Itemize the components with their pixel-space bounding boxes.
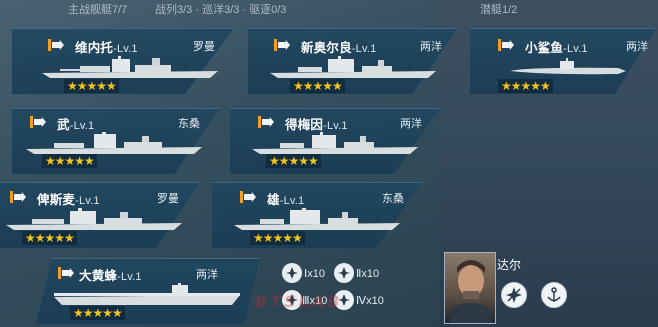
cruiser-silhouette <box>270 56 436 78</box>
battleship-icon <box>34 117 46 127</box>
battleship-silhouette <box>42 56 218 78</box>
commander-name: 达尔 <box>497 258 522 272</box>
star-rating: ★★★★★ <box>290 79 345 93</box>
star-rating: ★★★★★ <box>42 154 97 168</box>
submarine-count: 潜艇1/2 <box>480 4 518 16</box>
star-rating: ★★★★★ <box>266 154 321 168</box>
ship-faction-label: 两洋 <box>420 41 442 53</box>
ship-type-badge <box>258 116 274 128</box>
aircraft-skill-icon[interactable] <box>501 282 527 308</box>
ship-type-badge <box>30 116 46 128</box>
aircraft-count: Ⅱx10 <box>356 268 380 280</box>
ship-faction-label: 东桑 <box>178 118 200 130</box>
ship-type-badge <box>10 191 26 203</box>
star-rating: ★★★★★ <box>22 231 77 245</box>
star-rating: ★★★★★ <box>70 306 125 320</box>
carrier-icon <box>62 268 74 278</box>
star-rating: ★★★★★ <box>498 79 553 93</box>
aircraft-count: Ⅰx10 <box>304 268 325 280</box>
star-rating: ★★★★★ <box>250 231 305 245</box>
ship-faction-label: 两洋 <box>196 269 218 281</box>
fighter-plane-icon <box>282 263 302 283</box>
submarine-silhouette <box>510 58 626 75</box>
cruiser-icon <box>278 40 290 50</box>
cruiser-icon <box>262 117 274 127</box>
cruiser-silhouette <box>234 208 400 230</box>
commander-portrait[interactable] <box>444 252 496 324</box>
bomber-plane-icon <box>334 263 354 283</box>
battleship-silhouette <box>26 132 202 154</box>
cruiser-icon <box>244 192 256 202</box>
ship-name-label: 武-Lv.1 <box>57 118 95 132</box>
avatar <box>449 260 493 323</box>
ship-faction-label: 罗曼 <box>193 41 215 53</box>
battleship-icon <box>14 192 26 202</box>
carrier-silhouette <box>54 283 240 305</box>
star-rating: ★★★★★ <box>64 79 119 93</box>
ship-name-label: 维内托-Lv.1 <box>75 41 138 55</box>
cruiser-silhouette <box>252 132 418 154</box>
ship-name-label: 得梅因-Lv.1 <box>285 118 348 132</box>
ship-faction-label: 罗曼 <box>157 193 179 205</box>
ship-faction-label: 两洋 <box>626 41 648 53</box>
ship-type-badge <box>48 39 64 51</box>
submarine-icon <box>502 40 514 50</box>
ship-name-label: 小鲨鱼-Lv.1 <box>525 41 588 55</box>
ship-type-badge <box>58 267 74 279</box>
battleship-silhouette <box>6 208 182 230</box>
anchor-skill-icon[interactable] <box>541 282 567 308</box>
watermark: BTSLAB <box>255 292 343 311</box>
ship-faction-label: 两洋 <box>400 118 422 130</box>
ship-name-label: 俾斯麦-Lv.1 <box>37 193 100 207</box>
ship-type-badge <box>240 191 256 203</box>
ship-name-label: 新奥尔良-Lv.1 <box>301 41 377 55</box>
battleship-icon <box>52 40 64 50</box>
ship-faction-label: 东桑 <box>382 193 404 205</box>
ship-name-label: 雄-Lv.1 <box>267 193 305 207</box>
aircraft-count: Ⅳx10 <box>356 295 384 307</box>
ship-type-badge <box>498 39 514 51</box>
ship-type-badge <box>274 39 290 51</box>
surface-ship-count: 战列3/3 · 巡洋3/3 · 驱逐0/3 <box>155 4 287 16</box>
capital-ship-count: 主战舰艇7/7 <box>68 4 128 16</box>
ship-name-label: 大黄蜂-Lv.1 <box>79 269 142 283</box>
